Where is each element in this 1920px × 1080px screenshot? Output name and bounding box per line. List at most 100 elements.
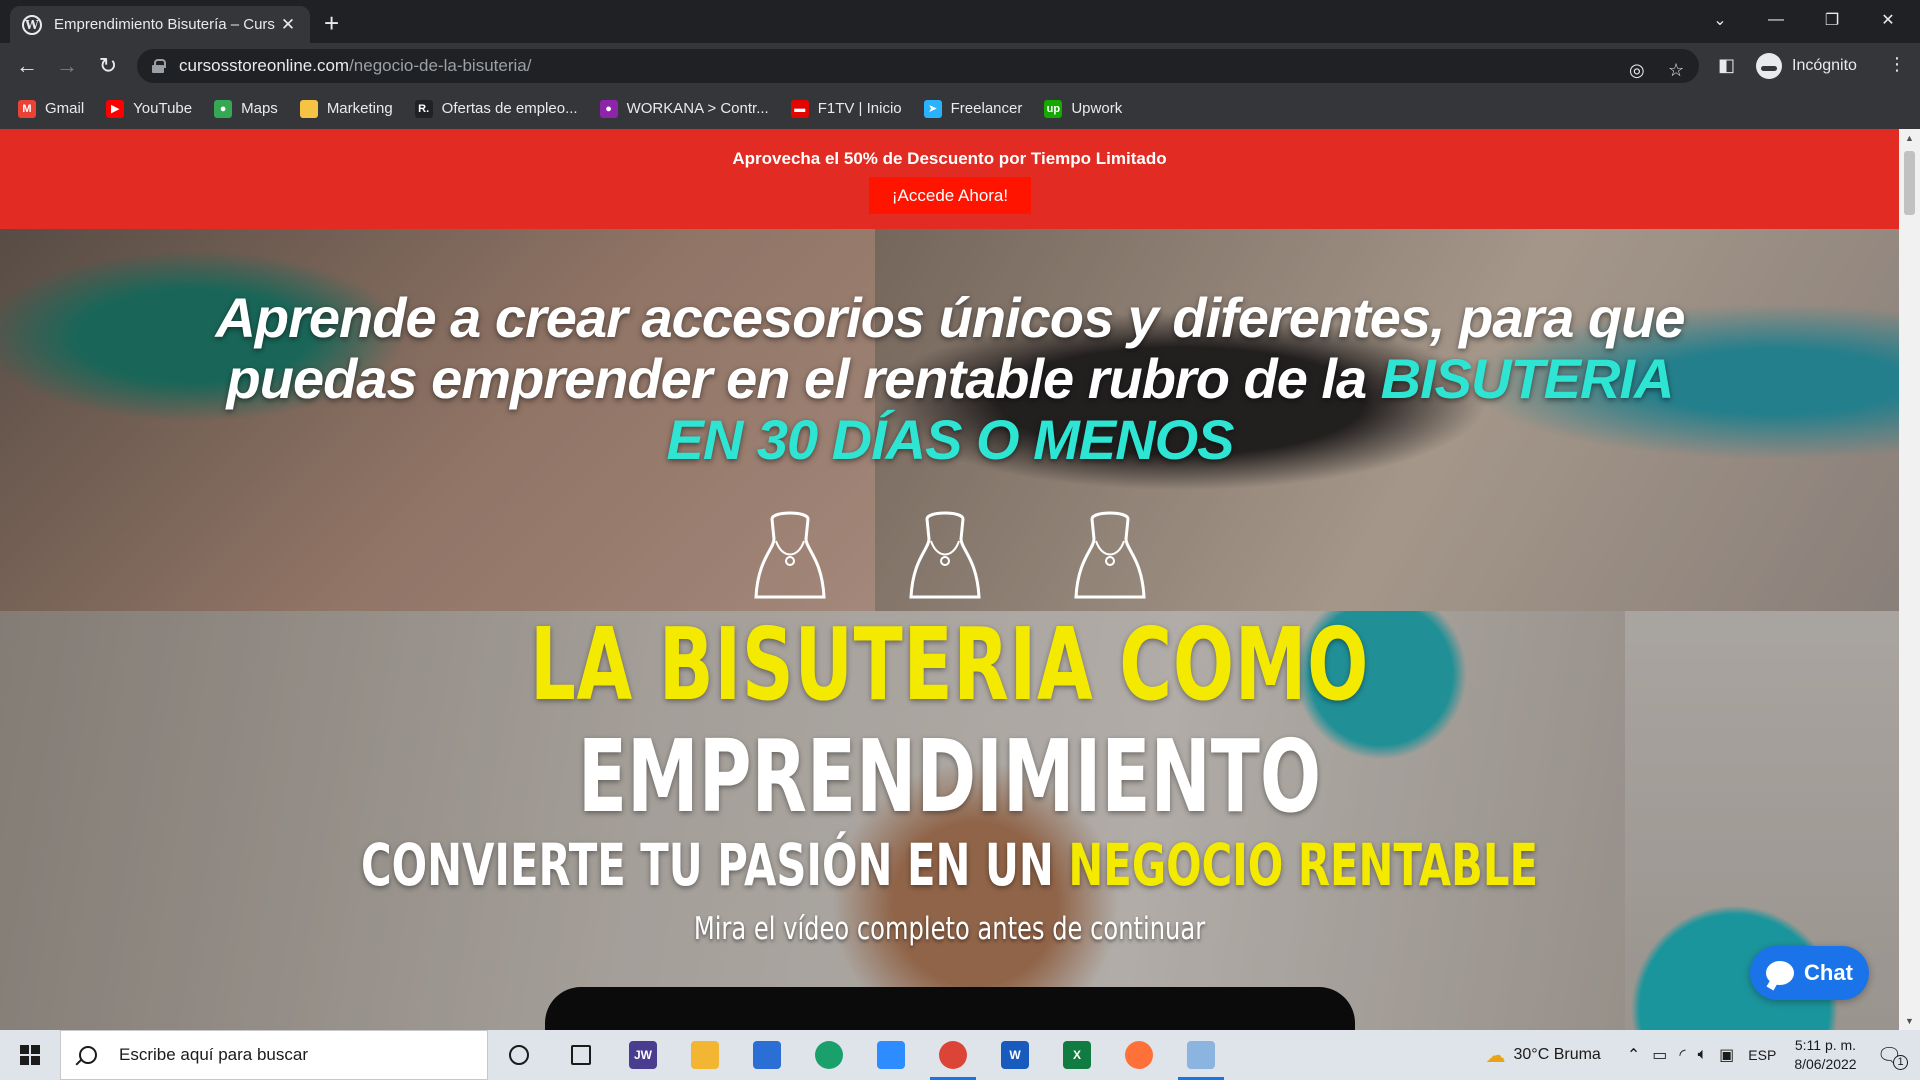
browser-tab[interactable]: W Emprendimiento Bisutería – Curs ✕ [10, 6, 310, 43]
chat-button[interactable]: Chat [1750, 946, 1869, 1000]
workana-icon: ● [599, 99, 618, 118]
notifications-icon[interactable]: 🗨︎ 1 [1877, 1043, 1908, 1070]
bookmark-item[interactable]: ➤ Freelancer [923, 99, 1023, 118]
zoom-icon [877, 1041, 905, 1069]
menu-icon[interactable]: ⋮ [1888, 54, 1906, 75]
eye-off-icon[interactable]: ◎ [1629, 60, 1645, 81]
cortana-icon [509, 1045, 529, 1065]
bookmark-star-icon[interactable]: ☆ [1668, 60, 1684, 81]
jw-icon: JW [629, 1041, 657, 1069]
upwork-icon: up [1044, 99, 1063, 118]
taskbar-app[interactable] [1170, 1030, 1232, 1080]
url-host: cursosstoreonline.com [179, 56, 350, 75]
file-explorer-icon [691, 1041, 719, 1069]
taskbar-search[interactable]: Escribe aquí para buscar [60, 1030, 488, 1080]
bookmark-label: Ofertas de empleo... [441, 100, 578, 117]
clock[interactable]: 5:11 p. m. 8/06/2022 [1794, 1036, 1856, 1074]
necklace-bust-icon [905, 509, 985, 599]
tab-search-icon[interactable]: ⌄ [1692, 0, 1748, 40]
meet-now-icon[interactable]: ▣ [1719, 1045, 1734, 1065]
scroll-thumb[interactable] [1904, 151, 1915, 215]
promo-banner: Aprovecha el 50% de Descuento por Tiempo… [0, 129, 1899, 229]
forward-icon[interactable]: → [52, 51, 82, 81]
bookmark-label: Marketing [326, 100, 393, 117]
bookmark-item[interactable]: M Gmail [18, 99, 85, 118]
incognito-icon [1756, 53, 1782, 79]
taskbar-apps: JW W X [488, 1030, 1232, 1080]
language-indicator[interactable]: ESP [1748, 1047, 1776, 1063]
taskbar-app[interactable] [1108, 1030, 1170, 1080]
incognito-profile[interactable]: Incógnito [1756, 49, 1857, 83]
subtitle-text: CONVIERTE TU PASIÓN EN UN [361, 831, 1069, 899]
tab-title: Emprendimiento Bisutería – Curs [54, 16, 275, 33]
subtitle-highlight: NEGOCIO RENTABLE [1068, 831, 1538, 899]
taskbar-app[interactable]: JW [612, 1030, 674, 1080]
taskbar-app[interactable] [860, 1030, 922, 1080]
task-view-icon [571, 1045, 591, 1065]
maps-icon: ● [214, 99, 233, 118]
close-window-icon[interactable]: ✕ [1860, 0, 1916, 40]
weather-text[interactable]: 30°C Bruma [1514, 1046, 1601, 1064]
back-icon[interactable]: ← [12, 51, 42, 81]
new-tab-icon[interactable]: + [324, 8, 339, 39]
notification-count: 1 [1893, 1054, 1908, 1070]
bookmark-item[interactable]: up Upwork [1044, 99, 1122, 118]
bookmark-item[interactable]: ● WORKANA > Contr... [599, 99, 769, 118]
bookmark-item[interactable]: ● Maps [214, 99, 278, 118]
bookmark-item[interactable]: Marketing [299, 99, 393, 118]
word-icon: W [1001, 1041, 1029, 1069]
store-icon [753, 1041, 781, 1069]
hero-section: Aprende a crear accesorios únicos y dife… [0, 229, 1899, 1030]
windows-logo-icon [20, 1045, 40, 1065]
volume-icon[interactable]: 🔈︎ [1698, 1046, 1708, 1064]
taskbar-app[interactable] [798, 1030, 860, 1080]
search-icon [79, 1046, 97, 1064]
minimize-icon[interactable]: — [1748, 0, 1804, 40]
wifi-icon[interactable]: ◜ [1679, 1045, 1685, 1065]
bookmark-item[interactable]: R. Ofertas de empleo... [414, 99, 578, 118]
headline-highlight: BISUTERIA [1380, 347, 1675, 410]
taskbar-app[interactable] [736, 1030, 798, 1080]
weather-icon[interactable]: ☁ [1486, 1043, 1506, 1068]
bookmark-item[interactable]: ▬ F1TV | Inicio [790, 99, 902, 118]
hero-subtitle: CONVIERTE TU PASIÓN EN UN NEGOCIO RENTAB… [266, 834, 1633, 896]
address-bar[interactable]: cursosstoreonline.com /negocio-de-la-bis… [137, 49, 1699, 83]
url-path: /negocio-de-la-bisuteria/ [349, 56, 532, 75]
chrome-icon [939, 1041, 967, 1069]
headline-highlight: EN 30 DÍAS O MENOS [666, 408, 1234, 471]
reload-icon[interactable]: ↻ [93, 51, 123, 81]
page-scrollbar[interactable]: ▲ ▼ [1899, 129, 1920, 1030]
bookmark-item[interactable]: ▶ YouTube [106, 99, 192, 118]
taskbar-app[interactable] [550, 1030, 612, 1080]
scroll-down-icon[interactable]: ▼ [1899, 1016, 1920, 1026]
show-hidden-icons-icon[interactable]: ⌃ [1627, 1045, 1640, 1065]
necklace-bust-icon [750, 509, 830, 599]
profile-label: Incógnito [1792, 57, 1857, 74]
hero-headline: Aprende a crear accesorios únicos y dife… [200, 287, 1700, 470]
video-note: Mira el vídeo completo antes de continua… [693, 911, 1206, 947]
taskbar-app[interactable] [674, 1030, 736, 1080]
headline-text: puedas emprender en el rentable rubro de… [226, 347, 1381, 410]
search-placeholder: Escribe aquí para buscar [119, 1045, 308, 1064]
taskbar-app[interactable] [488, 1030, 550, 1080]
bookmark-label: Freelancer [950, 100, 1023, 117]
side-panel-icon[interactable]: ◧ [1718, 55, 1735, 76]
headline-line: Aprende a crear accesorios únicos y dife… [215, 286, 1685, 349]
hero-title-line1: LA BISUTERIA COMO [529, 606, 1370, 723]
close-tab-icon[interactable]: ✕ [278, 15, 298, 35]
video-player[interactable] [545, 987, 1355, 1030]
scroll-up-icon[interactable]: ▲ [1899, 133, 1920, 143]
start-button[interactable] [0, 1030, 60, 1080]
promo-cta-button[interactable]: ¡Accede Ahora! [869, 177, 1031, 214]
lock-icon[interactable] [152, 59, 166, 73]
battery-icon[interactable]: ▭ [1652, 1045, 1667, 1065]
browser-toolbar: ← → ↻ cursosstoreonline.com /negocio-de-… [0, 43, 1920, 88]
f1tv-icon: ▬ [790, 99, 809, 118]
taskbar-app[interactable]: W [984, 1030, 1046, 1080]
bookmark-label: Maps [241, 100, 278, 117]
taskbar-app[interactable] [922, 1030, 984, 1080]
restore-icon[interactable]: ❐ [1804, 0, 1860, 40]
chat-bubble-icon [1766, 961, 1795, 985]
bookmark-label: Gmail [45, 100, 85, 117]
taskbar-app[interactable]: X [1046, 1030, 1108, 1080]
